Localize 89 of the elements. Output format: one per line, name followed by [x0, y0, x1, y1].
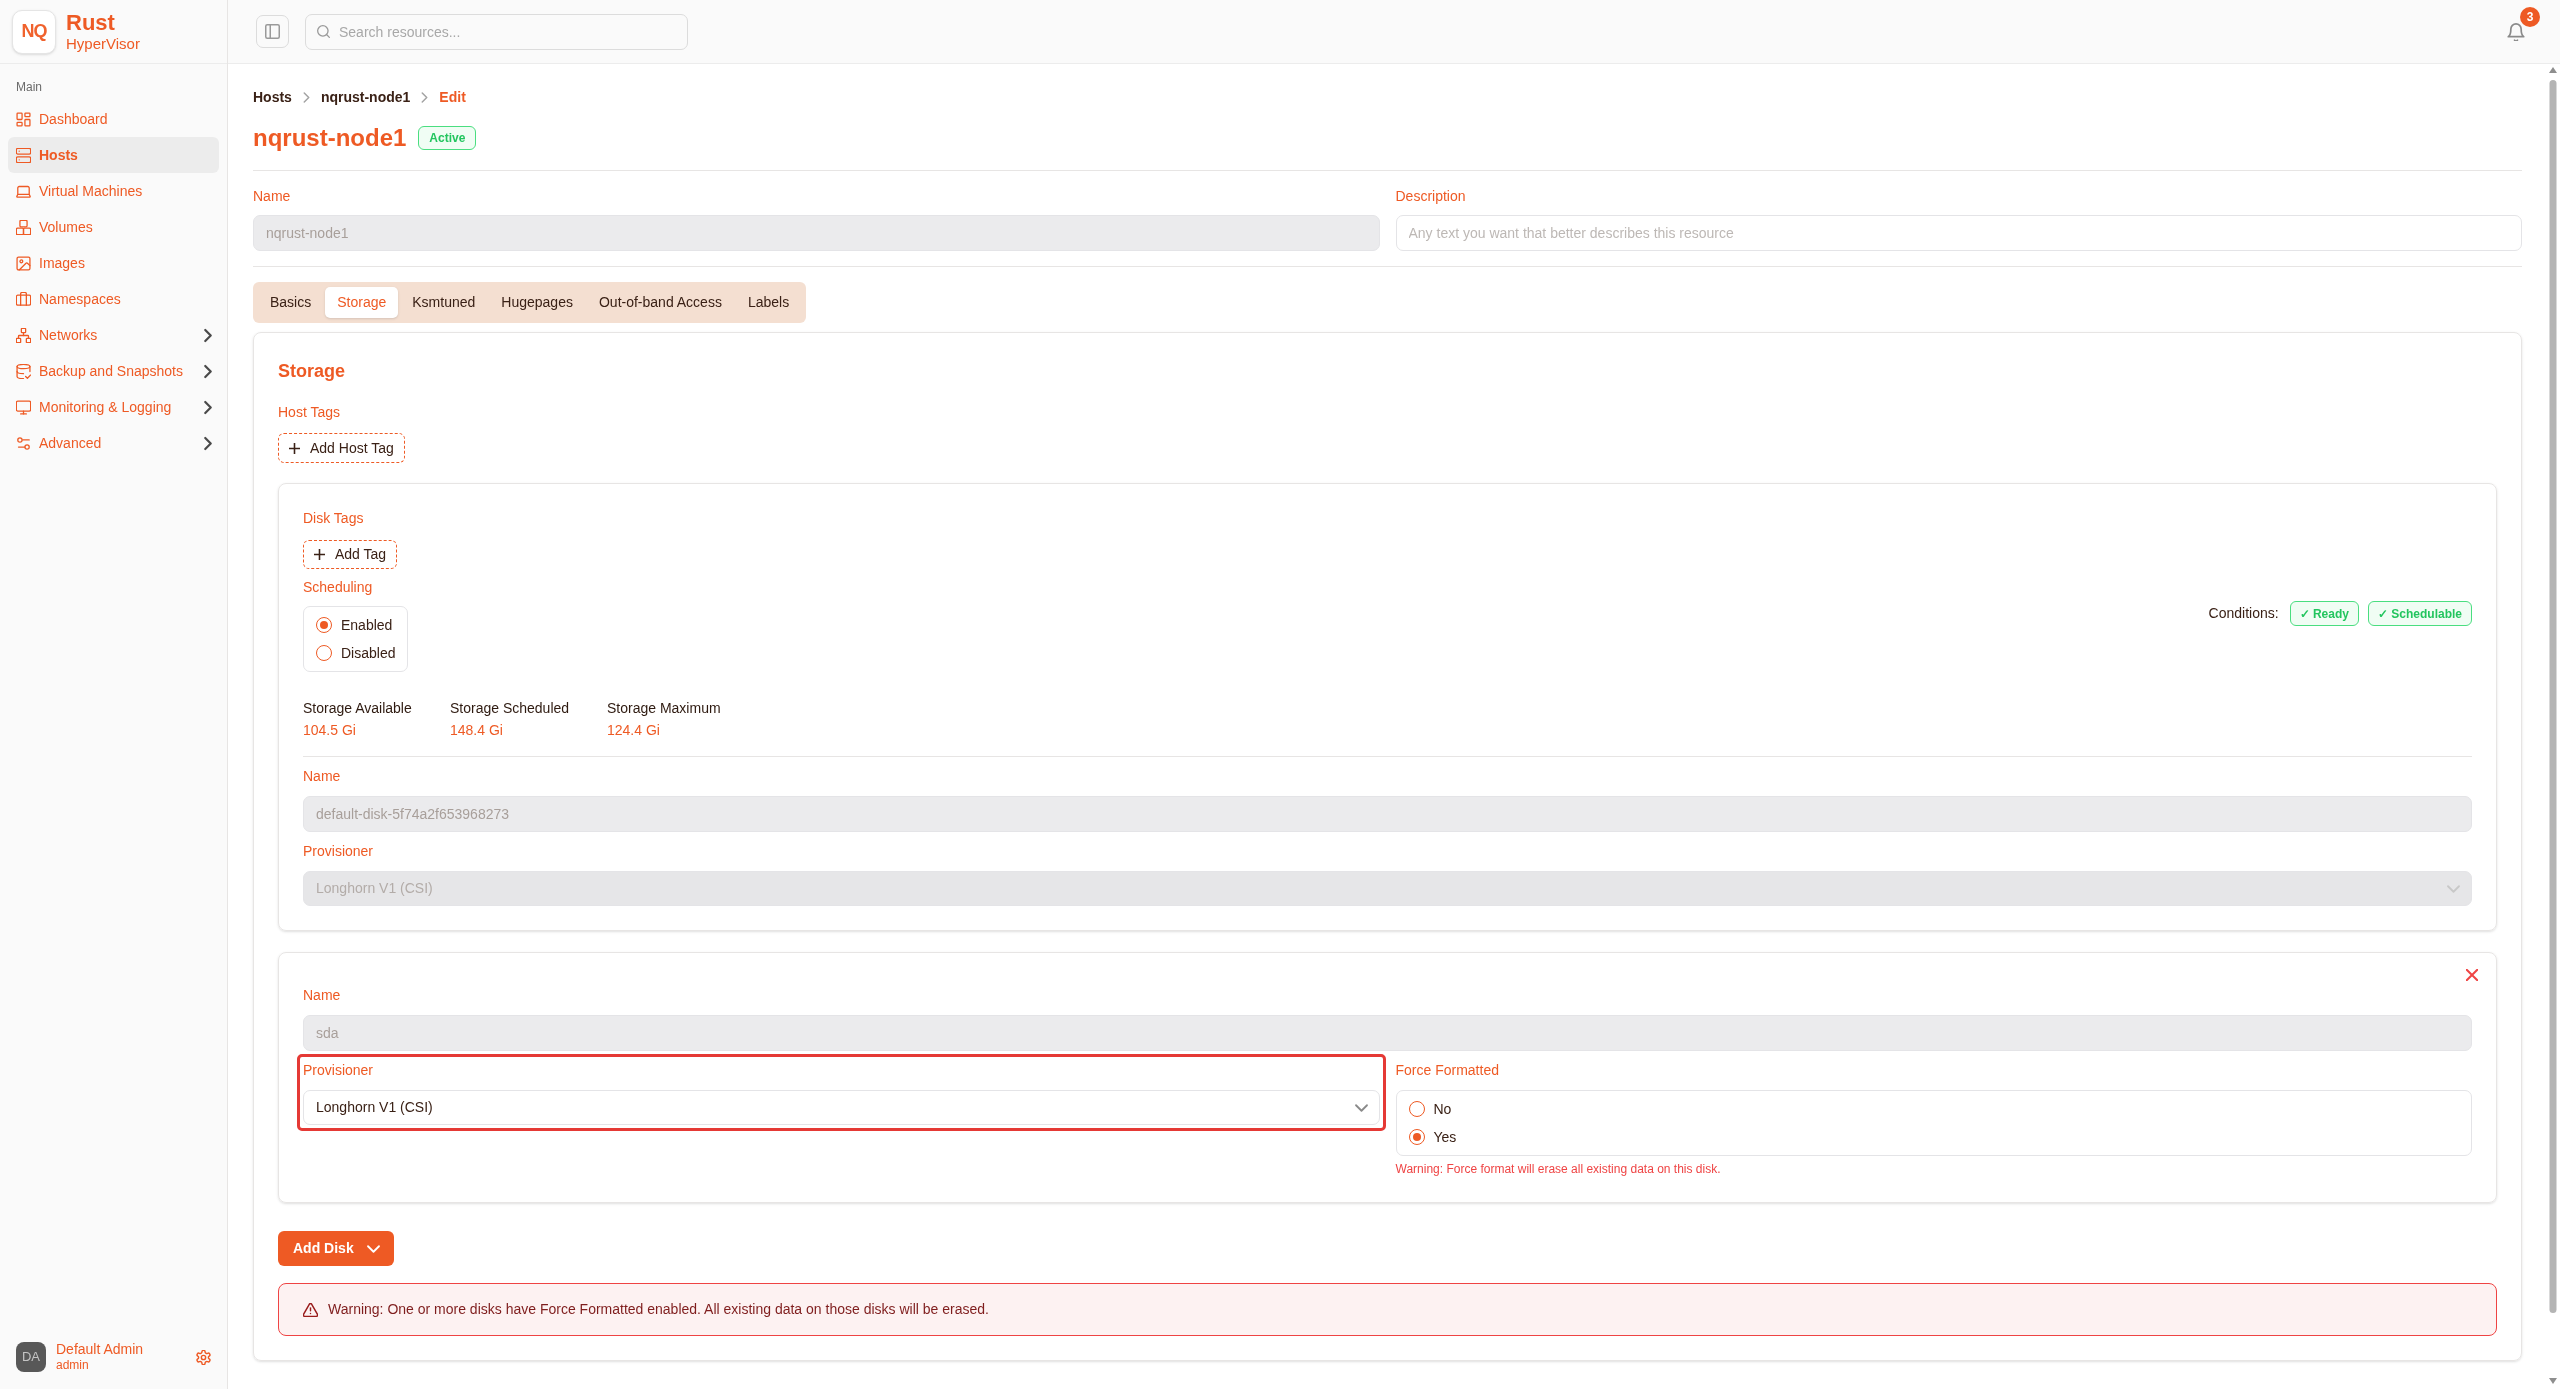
- field-label: Name: [303, 986, 341, 1005]
- section-title: Storage: [278, 360, 346, 383]
- field-label: Name: [303, 767, 341, 786]
- sidebar-item[interactable]: Images: [8, 245, 219, 281]
- field-label: Name: [253, 187, 291, 206]
- chevron-down-icon: [1355, 1104, 1367, 1111]
- field-label: Scheduling: [303, 578, 373, 597]
- stat-label: Storage Scheduled: [450, 699, 570, 718]
- stat-label: Storage Available: [303, 699, 412, 718]
- search-icon: [317, 24, 330, 38]
- network-icon: [16, 327, 31, 343]
- breadcrumb-current: Edit: [439, 87, 466, 107]
- sliders-icon: [16, 435, 31, 451]
- user-name: Default Admin: [56, 1341, 144, 1358]
- field-label: Disk Tags: [303, 509, 364, 528]
- input-field[interactable]: Any text you want that better describes this resource: [1395, 215, 2522, 251]
- field-label: Provisioner: [303, 1061, 374, 1080]
- alert-message: Warning: One or more disks have Force Formatted enabled. All existing data on those disks will be erased.: [328, 1300, 989, 1319]
- settings-icon[interactable]: [196, 1349, 211, 1365]
- radio-label[interactable]: Enabled: [341, 614, 393, 636]
- sidebar-item[interactable]: Networks: [8, 317, 219, 353]
- field-label: Host Tags: [278, 403, 340, 422]
- radio-label[interactable]: Yes: [1433, 1126, 1457, 1148]
- notification-count-badge: 3: [2520, 6, 2540, 27]
- add-tag-button[interactable]: Add Tag: [303, 540, 398, 569]
- radio-button[interactable]: [1408, 1101, 1425, 1117]
- plus-icon: [289, 442, 300, 454]
- sidebar-item[interactable]: Monitoring & Logging: [8, 389, 219, 425]
- briefcase-icon: [16, 291, 31, 307]
- status-badge: Active: [418, 126, 477, 150]
- select-field[interactable]: Longhorn V1 (CSI): [303, 1090, 1380, 1125]
- user-role: admin: [56, 1358, 90, 1373]
- database-icon: [16, 363, 31, 379]
- tab[interactable]: Labels: [735, 287, 802, 318]
- stat-value: 148.4 Gi: [450, 721, 503, 740]
- radio-button[interactable]: [316, 645, 332, 661]
- condition-badge: ✓ Schedulable: [2367, 601, 2472, 626]
- field-label: Force Formatted: [1395, 1061, 1499, 1080]
- add-host-tag-button[interactable]: Add Host Tag: [278, 433, 405, 463]
- grid-icon: [16, 111, 31, 127]
- chevron-down-icon: [367, 1245, 379, 1252]
- warning-text: Warning: Force format will erase all existing data on this disk.: [1395, 1161, 1721, 1178]
- plus-icon: [314, 549, 325, 560]
- radio-label[interactable]: No: [1433, 1098, 1452, 1120]
- bell-icon[interactable]: [2507, 22, 2525, 41]
- breadcrumb-link[interactable]: nqrust-node1: [320, 86, 411, 108]
- radio-button[interactable]: [1408, 1129, 1425, 1145]
- radio-label[interactable]: Disabled: [341, 642, 396, 664]
- monitor-icon: [16, 399, 31, 415]
- condition-badge: ✓ Ready: [2289, 601, 2359, 626]
- avatar: DA: [16, 1342, 46, 1372]
- sidebar-item[interactable]: Hosts: [8, 137, 219, 173]
- sidebar-item[interactable]: Backup and Snapshots: [8, 353, 219, 389]
- sidebar-item[interactable]: Dashboard: [8, 101, 219, 137]
- laptop-icon: [16, 183, 31, 199]
- radio-button[interactable]: [316, 617, 332, 633]
- conditions-label: Conditions:: [2208, 604, 2279, 623]
- image-icon: [16, 255, 31, 271]
- sidebar-panel-icon: [265, 24, 280, 39]
- tab[interactable]: Ksmtuned: [400, 287, 488, 318]
- sidebar-item[interactable]: Virtual Machines: [8, 173, 219, 209]
- sidebar-item[interactable]: Advanced: [8, 425, 219, 461]
- server-icon: [16, 147, 31, 163]
- sidebar-item[interactable]: Namespaces: [8, 281, 219, 317]
- chevron-right-icon: [303, 92, 309, 102]
- sidebar-toggle-button[interactable]: [256, 15, 289, 48]
- app-subtitle: HyperVisor: [66, 34, 140, 53]
- chevron-down-icon: [2448, 885, 2459, 892]
- page-title: nqrust-node1: [253, 123, 407, 153]
- close-icon[interactable]: [2466, 969, 2478, 981]
- search-field[interactable]: Search resources...: [305, 13, 688, 50]
- breadcrumb-link[interactable]: Hosts: [253, 86, 292, 108]
- app-title: Rust: [66, 10, 116, 35]
- sidebar-item[interactable]: Volumes: [8, 209, 219, 245]
- tab[interactable]: Storage: [325, 287, 399, 318]
- section-label: Main: [15, 79, 43, 96]
- stat-value: 104.5 Gi: [303, 721, 356, 740]
- chevron-right-icon: [422, 92, 428, 102]
- tab[interactable]: Out-of-band Access: [586, 287, 734, 318]
- boxes-icon: [16, 219, 31, 235]
- field-label: Provisioner: [303, 842, 374, 861]
- tab[interactable]: Hugepages: [489, 287, 585, 318]
- warning-icon: [303, 1302, 318, 1317]
- field-label: Description: [1395, 187, 1466, 206]
- logo: NQ: [12, 9, 56, 54]
- tab[interactable]: Basics: [258, 287, 324, 318]
- add-disk-button[interactable]: Add Disk: [278, 1231, 394, 1266]
- stat-value: 124.4 Gi: [607, 721, 660, 740]
- stat-label: Storage Maximum: [607, 699, 721, 718]
